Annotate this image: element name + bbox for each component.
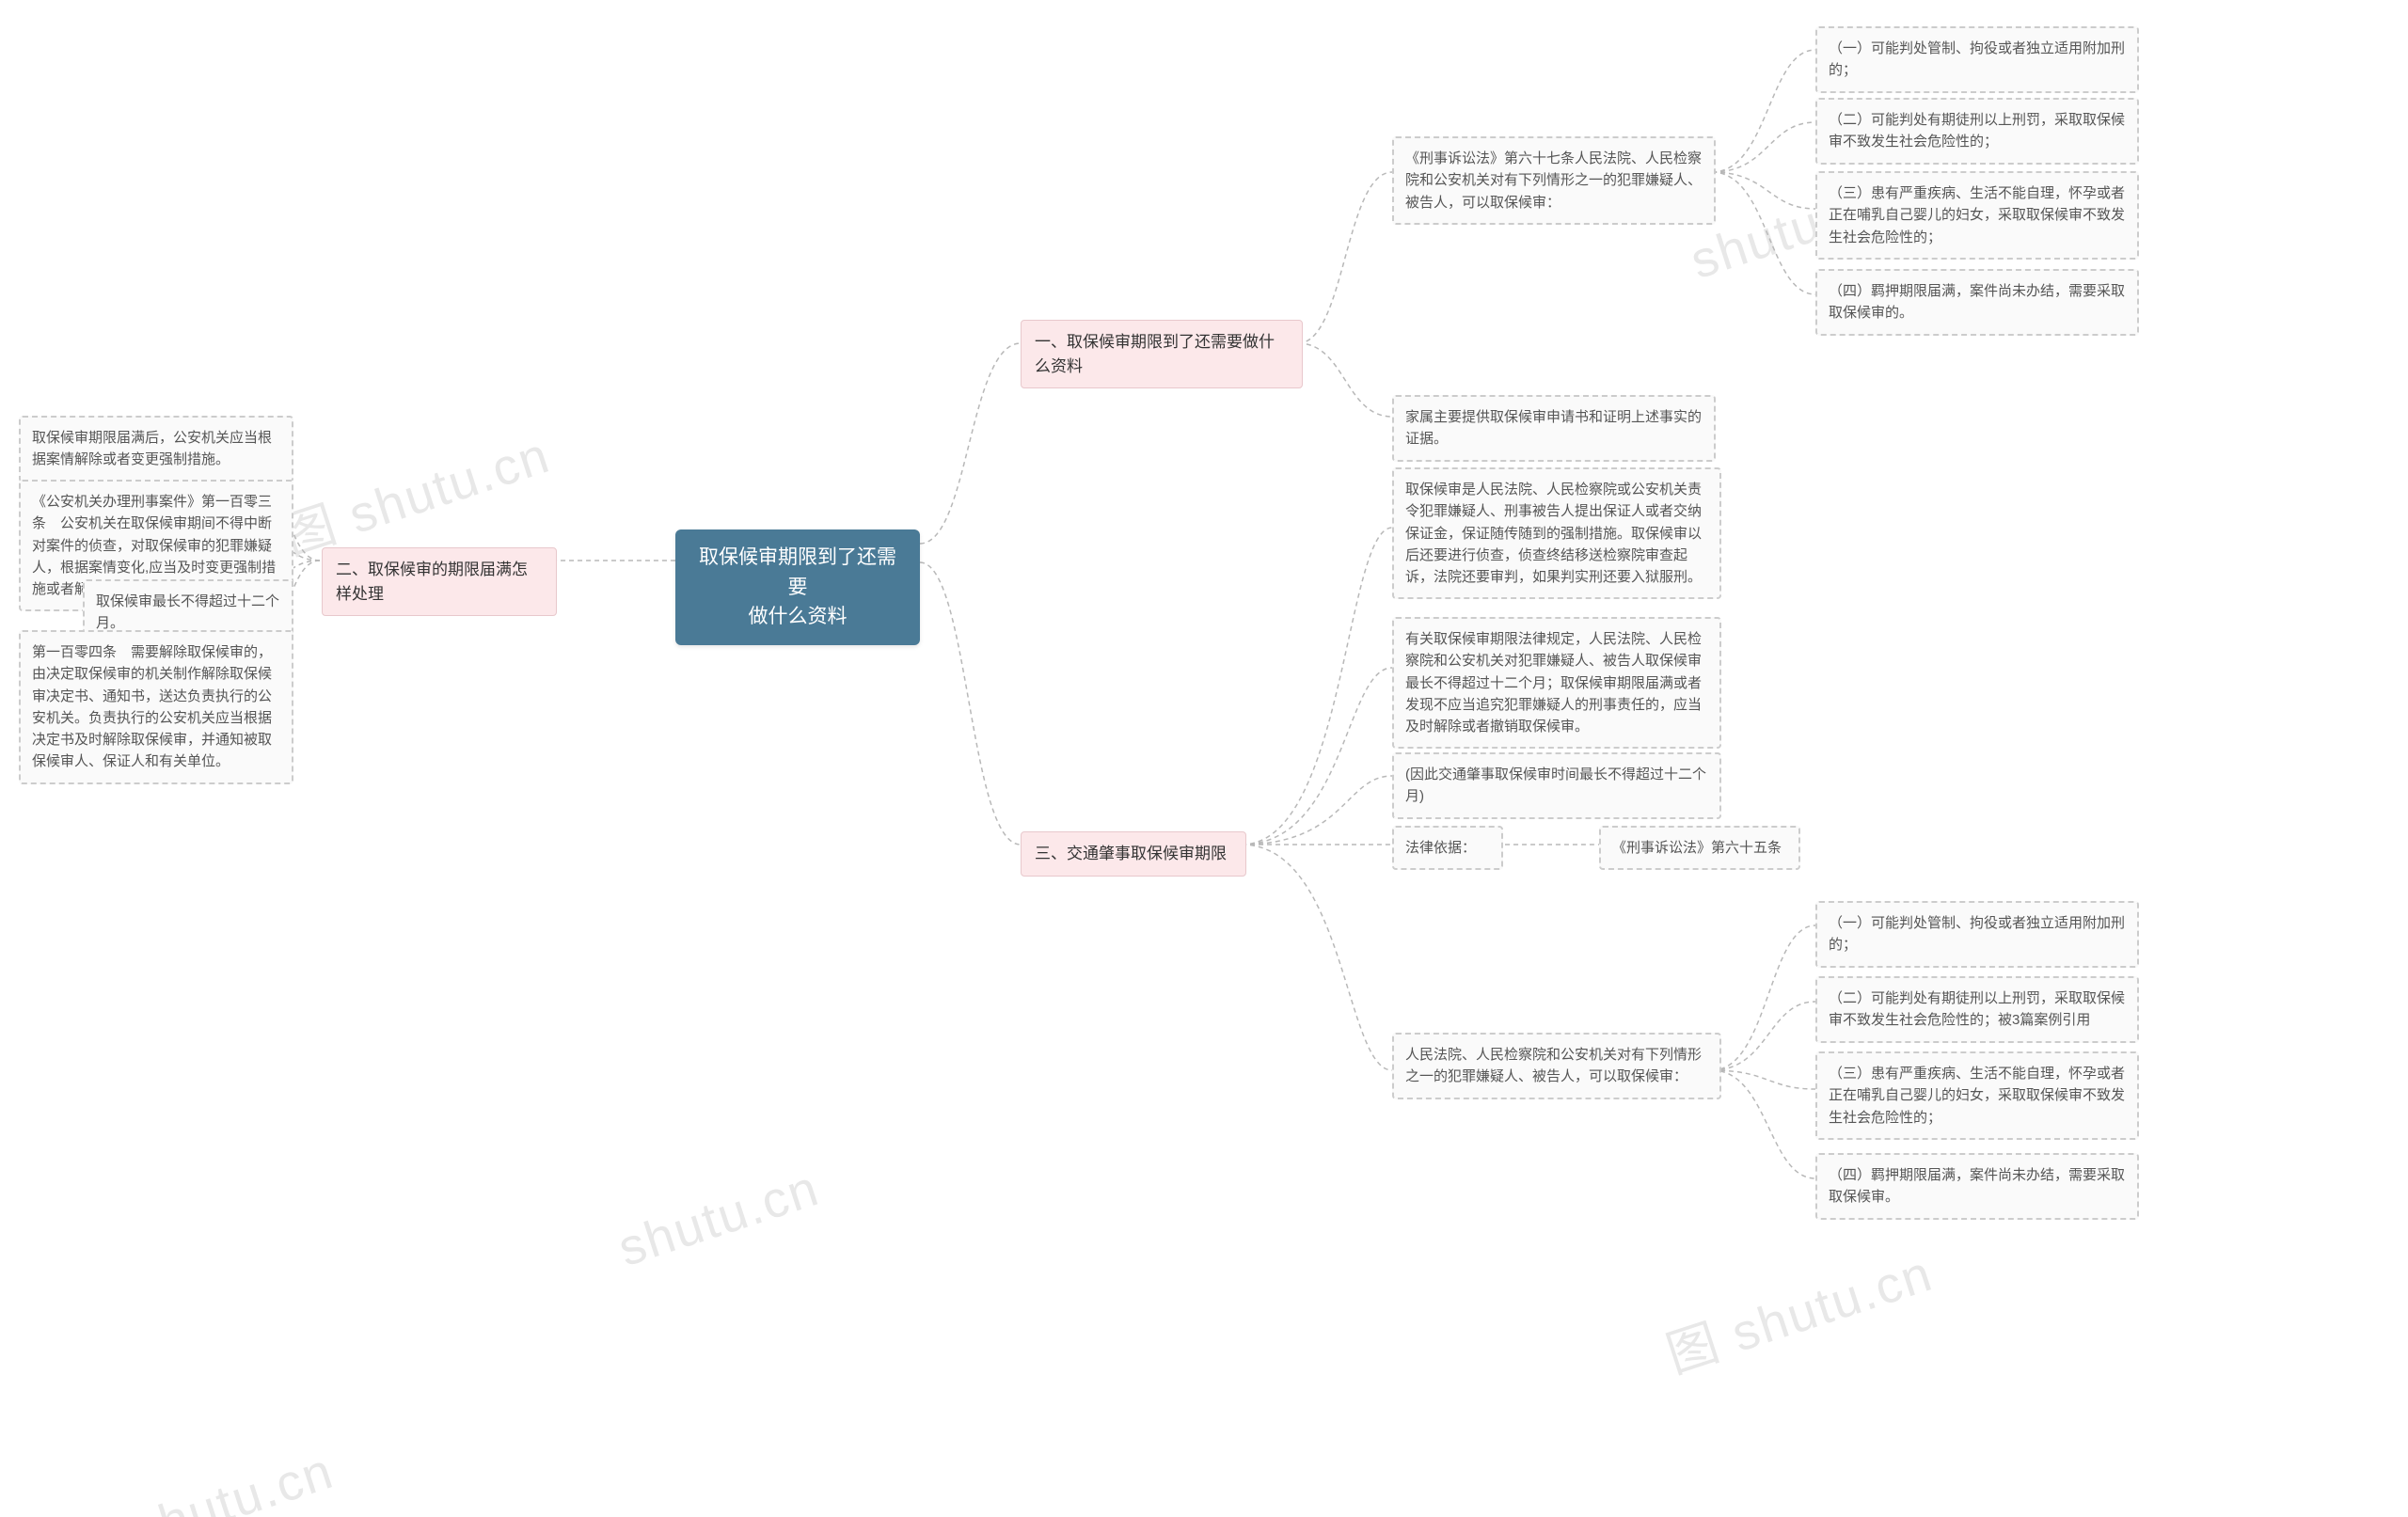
leaf-b3c4-1-text: 《刑事诉讼法》第六十五条 bbox=[1612, 840, 1782, 856]
leaf-b1c1-2: （二）可能判处有期徒刑以上刑罚，采取取保候审不致发生社会危险性的； bbox=[1815, 98, 2139, 165]
leaf-l4: 第一百零四条 需要解除取保候审的，由决定取保候审的机关制作解除取保候审决定书、通… bbox=[19, 630, 293, 784]
leaf-b1c2: 家属主要提供取保候审申请书和证明上述事实的证据。 bbox=[1392, 395, 1716, 462]
leaf-b1c1-1: （一）可能判处管制、拘役或者独立适用附加刑的； bbox=[1815, 26, 2139, 93]
branch-1[interactable]: 一、取保候审期限到了还需要做什 么资料 bbox=[1021, 320, 1303, 388]
leaf-b3c5-1: （一）可能判处管制、拘役或者独立适用附加刑的； bbox=[1815, 901, 2139, 968]
leaf-b3c4: 法律依据： bbox=[1392, 826, 1503, 870]
leaf-b3c5-3: （三）患有严重疾病、生活不能自理，怀孕或者正在哺乳自己婴儿的妇女，采取取保候审不… bbox=[1815, 1051, 2139, 1140]
leaf-b3c3-text: (因此交通肇事取保候审时间最长不得超过十二个月) bbox=[1405, 766, 1706, 804]
leaf-b1c1-3: （三）患有严重疾病、生活不能自理，怀孕或者正在哺乳自己婴儿的妇女，采取取保候审不… bbox=[1815, 171, 2139, 260]
branch-2-label: 二、取保候审的期限届满怎样处理 bbox=[336, 561, 528, 603]
leaf-b3c5-1-text: （一）可能判处管制、拘役或者独立适用附加刑的； bbox=[1829, 915, 2125, 953]
branch-1-label: 一、取保候审期限到了还需要做什 么资料 bbox=[1035, 330, 1289, 378]
leaf-b1c1-3-text: （三）患有严重疾病、生活不能自理，怀孕或者正在哺乳自己婴儿的妇女，采取取保候审不… bbox=[1829, 185, 2125, 245]
leaf-b3c5-3-text: （三）患有严重疾病、生活不能自理，怀孕或者正在哺乳自己婴儿的妇女，采取取保候审不… bbox=[1829, 1066, 2125, 1126]
leaf-b3c5-text: 人民法院、人民检察院和公安机关对有下列情形之一的犯罪嫌疑人、被告人，可以取保候审… bbox=[1405, 1047, 1702, 1084]
leaf-b3c2: 有关取保候审期限法律规定，人民法院、人民检察院和公安机关对犯罪嫌疑人、被告人取保… bbox=[1392, 617, 1721, 749]
leaf-b3c4-text: 法律依据： bbox=[1405, 840, 1476, 856]
leaf-b3c4-1: 《刑事诉讼法》第六十五条 bbox=[1599, 826, 1800, 870]
leaf-l3-text: 取保候审最长不得超过十二个月。 bbox=[96, 593, 279, 631]
leaf-b3c5-2: （二）可能判处有期徒刑以上刑罚，采取取保候审不致发生社会危险性的；被3篇案例引用 bbox=[1815, 976, 2139, 1043]
leaf-b1c1: 《刑事诉讼法》第六十七条人民法院、人民检察院和公安机关对有下列情形之一的犯罪嫌疑… bbox=[1392, 136, 1716, 225]
leaf-l4-text: 第一百零四条 需要解除取保候审的，由决定取保候审的机关制作解除取保候审决定书、通… bbox=[32, 644, 272, 769]
leaf-b3c2-text: 有关取保候审期限法律规定，人民法院、人民检察院和公安机关对犯罪嫌疑人、被告人取保… bbox=[1405, 631, 1702, 735]
leaf-b1c1-2-text: （二）可能判处有期徒刑以上刑罚，采取取保候审不致发生社会危险性的； bbox=[1829, 112, 2125, 150]
watermark: 图 shutu.cn bbox=[56, 1429, 341, 1517]
watermark: 图 shutu.cn bbox=[273, 413, 558, 569]
root-label: 取保候审期限到了还需要 做什么资料 bbox=[696, 543, 899, 632]
leaf-b1c1-1-text: （一）可能判处管制、拘役或者独立适用附加刑的； bbox=[1829, 40, 2125, 78]
leaf-b3c5: 人民法院、人民检察院和公安机关对有下列情形之一的犯罪嫌疑人、被告人，可以取保候审… bbox=[1392, 1033, 1721, 1099]
root-node[interactable]: 取保候审期限到了还需要 做什么资料 bbox=[675, 529, 920, 645]
leaf-b3c5-2-text: （二）可能判处有期徒刑以上刑罚，采取取保候审不致发生社会危险性的；被3篇案例引用 bbox=[1829, 990, 2125, 1028]
leaf-b3c5-4: （四）羁押期限届满，案件尚未办结，需要采取取保候审。 bbox=[1815, 1153, 2139, 1220]
leaf-b3c5-4-text: （四）羁押期限届满，案件尚未办结，需要采取取保候审。 bbox=[1829, 1167, 2125, 1205]
leaf-l1-text: 取保候审期限届满后，公安机关应当根据案情解除或者变更强制措施。 bbox=[32, 430, 272, 467]
branch-2[interactable]: 二、取保候审的期限届满怎样处理 bbox=[322, 547, 557, 616]
leaf-l1: 取保候审期限届满后，公安机关应当根据案情解除或者变更强制措施。 bbox=[19, 416, 293, 482]
leaf-b3c1: 取保候审是人民法院、人民检察院或公安机关责令犯罪嫌疑人、刑事被告人提出保证人或者… bbox=[1392, 467, 1721, 599]
leaf-b3c1-text: 取保候审是人民法院、人民检察院或公安机关责令犯罪嫌疑人、刑事被告人提出保证人或者… bbox=[1405, 482, 1702, 585]
leaf-b3c3: (因此交通肇事取保候审时间最长不得超过十二个月) bbox=[1392, 752, 1721, 819]
leaf-b1c1-text: 《刑事诉讼法》第六十七条人民法院、人民检察院和公安机关对有下列情形之一的犯罪嫌疑… bbox=[1405, 150, 1702, 211]
branch-3-label: 三、交通肇事取保候审期限 bbox=[1035, 845, 1227, 862]
leaf-b1c1-4: （四）羁押期限届满，案件尚未办结，需要采取取保候审的。 bbox=[1815, 269, 2139, 336]
leaf-b1c1-4-text: （四）羁押期限届满，案件尚未办结，需要采取取保候审的。 bbox=[1829, 283, 2125, 321]
branch-3[interactable]: 三、交通肇事取保候审期限 bbox=[1021, 831, 1246, 877]
watermark: 图 shutu.cn bbox=[1656, 1231, 1941, 1387]
watermark: shutu.cn bbox=[611, 1159, 827, 1278]
leaf-b1c2-text: 家属主要提供取保候审申请书和证明上述事实的证据。 bbox=[1405, 409, 1702, 447]
